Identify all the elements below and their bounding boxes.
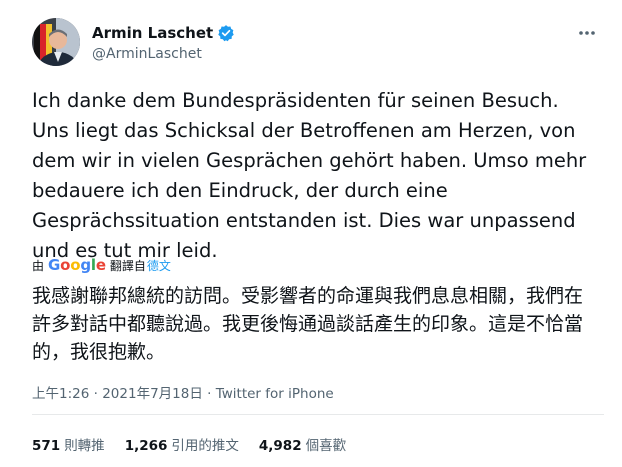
likes-count: 4,982 [258, 438, 302, 454]
retweets-label: 則轉推 [64, 438, 105, 454]
source-language-link[interactable]: 德文 [147, 257, 171, 274]
avatar-image [32, 18, 80, 66]
translated-text: 我感謝聯邦總統的訪問。受影響者的命運與我們息息相關，我們在許多對話中都聽說過。我… [32, 285, 584, 363]
meta-separator: · [207, 386, 212, 402]
more-options-icon[interactable] [576, 24, 598, 42]
likes-stat[interactable]: 4,982 個喜歡 [259, 434, 346, 454]
retweets-stat[interactable]: 571 則轉推 [32, 434, 105, 454]
translate-action-label: 翻譯自 [109, 258, 146, 273]
tweet-metadata: 上午1:26 · 2021年7月18日 · Twitter for iPhone [32, 382, 334, 402]
quote-tweets-label: 引用的推文 [171, 438, 239, 454]
google-logo: Google [48, 256, 106, 274]
divider [32, 414, 604, 415]
engagement-stats: 571 則轉推 1,266 引用的推文 4,982 個喜歡 [32, 434, 366, 454]
tweet-card: Armin Laschet @ArminLaschet Ich danke de… [0, 0, 622, 467]
translate-by-label: 由 [32, 258, 45, 273]
author-name-row[interactable]: Armin Laschet [92, 24, 235, 42]
author-display-name[interactable]: Armin Laschet [92, 24, 213, 42]
author-handle[interactable]: @ArminLaschet [92, 46, 202, 62]
verified-badge-icon [218, 25, 234, 42]
tweet-time[interactable]: 上午1:26 [32, 386, 89, 402]
tweet-text: Ich danke dem Bundespräsidenten für sein… [32, 89, 587, 262]
quote-tweets-count: 1,266 [124, 438, 168, 454]
tweet-date[interactable]: 2021年7月18日 [102, 386, 203, 402]
likes-label: 個喜歡 [305, 438, 347, 454]
meta-separator: · [93, 386, 98, 402]
retweets-count: 571 [32, 438, 61, 454]
translation-attribution: 由 Google 翻譯自 德文 [32, 256, 171, 274]
quote-tweets-stat[interactable]: 1,266 引用的推文 [125, 434, 239, 454]
profile-avatar[interactable] [32, 18, 80, 66]
tweet-source[interactable]: Twitter for iPhone [216, 386, 334, 402]
